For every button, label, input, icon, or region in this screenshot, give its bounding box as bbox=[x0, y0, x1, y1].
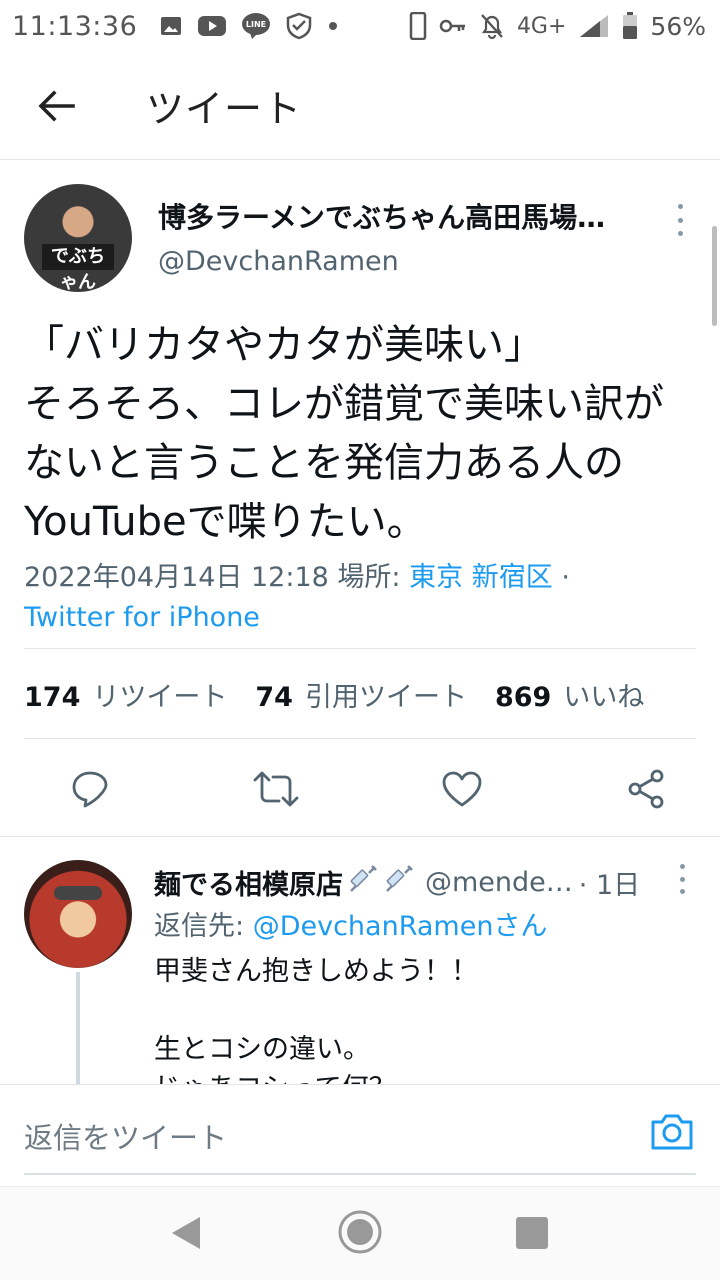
tweet-meta: 2022年04月14日 12:18 場所: 東京 新宿区 · Twitter f… bbox=[0, 558, 720, 638]
status-time: 11:13:36 bbox=[12, 10, 138, 42]
mute-bell-icon bbox=[479, 12, 505, 40]
author-display-name[interactable]: 博多ラーメンでぶちゃん高田馬場… bbox=[158, 196, 605, 236]
retweet-button[interactable] bbox=[253, 769, 299, 809]
battery-icon bbox=[622, 12, 638, 40]
retweets-stat[interactable]: 174 リツイート bbox=[24, 675, 227, 714]
quotes-count: 74 bbox=[255, 681, 293, 713]
quotes-stat[interactable]: 74 引用ツイート bbox=[255, 675, 467, 714]
phone-icon bbox=[409, 12, 427, 40]
nav-recents-button[interactable] bbox=[516, 1217, 548, 1249]
youtube-icon bbox=[197, 14, 227, 38]
status-bar: 11:13:36 LINE 4G+ 56% bbox=[0, 0, 720, 52]
divider bbox=[0, 836, 720, 837]
syringe-emoji-icon bbox=[347, 863, 379, 902]
scrollbar[interactable] bbox=[712, 226, 717, 326]
more-dots-icon bbox=[679, 864, 685, 869]
meta-separator: · bbox=[561, 562, 570, 593]
triangle-back-icon bbox=[172, 1217, 200, 1249]
reply-to-user-link[interactable]: @DevchanRamenさん bbox=[253, 911, 548, 942]
place-link[interactable]: 東京 新宿区 bbox=[409, 562, 553, 593]
likes-stat[interactable]: 869 いいね bbox=[495, 675, 644, 714]
thread-line bbox=[76, 972, 80, 1084]
share-button[interactable] bbox=[626, 769, 666, 809]
likes-label: いいね bbox=[563, 681, 645, 713]
reply-handle[interactable]: @mende… bbox=[425, 867, 573, 898]
avatar-badge-text: でぶちゃん bbox=[42, 244, 114, 292]
share-icon bbox=[628, 769, 664, 809]
reply-to-line: 返信先: @DevchanRamenさん bbox=[154, 904, 547, 943]
divider bbox=[24, 738, 696, 739]
tweet-actions bbox=[0, 752, 720, 826]
dot-icon bbox=[327, 20, 339, 32]
system-nav-bar bbox=[0, 1186, 720, 1280]
arrow-left-icon bbox=[38, 89, 75, 122]
back-button[interactable] bbox=[26, 76, 86, 136]
screen: 11:13:36 LINE 4G+ 56% ツイート でぶちゃん 博多ラーメンで… bbox=[0, 0, 720, 1280]
reply-display-name[interactable]: 麺でる相模原店 bbox=[154, 863, 343, 902]
avatar-detail bbox=[54, 886, 102, 900]
battery-percent: 56% bbox=[650, 11, 706, 41]
heart-icon bbox=[442, 771, 482, 807]
reply-header: 麺でる相模原店 @mende… · 1日 bbox=[154, 862, 640, 902]
nav-back-button[interactable] bbox=[170, 1215, 202, 1255]
key-icon bbox=[439, 17, 467, 35]
reply-compose-bar: 返信をツイート bbox=[0, 1084, 720, 1184]
author-handle[interactable]: @DevchanRamen bbox=[158, 246, 399, 277]
like-button[interactable] bbox=[441, 770, 483, 808]
system-icons: 4G+ 56% bbox=[409, 12, 706, 41]
signal-icon bbox=[578, 13, 610, 39]
line-icon: LINE bbox=[241, 12, 271, 40]
svg-text:LINE: LINE bbox=[246, 20, 266, 29]
network-type: 4G+ bbox=[516, 13, 567, 39]
more-options-button[interactable] bbox=[668, 200, 692, 240]
avatar[interactable]: でぶちゃん bbox=[24, 184, 132, 292]
tweet-date: 2022年04月14日 12:18 bbox=[24, 562, 329, 593]
camera-icon bbox=[651, 1114, 693, 1150]
home-circle-icon bbox=[338, 1210, 382, 1254]
syringe-emoji-icon bbox=[383, 863, 415, 902]
reply-input[interactable]: 返信をツイート bbox=[24, 1115, 227, 1157]
more-dots-icon bbox=[677, 204, 683, 209]
retweets-count: 174 bbox=[24, 681, 81, 713]
page-title: ツイート bbox=[146, 87, 303, 131]
main-tweet: でぶちゃん 博多ラーメンでぶちゃん高田馬場… @DevchanRamen 「バリ… bbox=[0, 160, 720, 638]
reply-text: 甲斐さん抱きしめよう！！ 生とコシの違い。 じゃあコシって何？ bbox=[154, 956, 478, 1084]
gallery-icon bbox=[159, 14, 183, 38]
quotes-label: 引用ツイート bbox=[304, 681, 467, 713]
likes-count: 869 bbox=[494, 681, 552, 713]
reply-to-label: 返信先: bbox=[154, 911, 245, 942]
nav-home-button[interactable] bbox=[337, 1209, 383, 1259]
notification-icons: LINE bbox=[159, 12, 339, 40]
reply-icon bbox=[72, 771, 108, 808]
reply-time: · 1日 bbox=[578, 869, 641, 901]
input-underline bbox=[24, 1173, 696, 1175]
tweet-author-row: でぶちゃん 博多ラーメンでぶちゃん高田馬場… @DevchanRamen bbox=[0, 160, 720, 310]
source-link[interactable]: Twitter for iPhone bbox=[24, 602, 260, 633]
retweet-icon bbox=[253, 771, 299, 807]
app-header: ツイート bbox=[0, 52, 720, 160]
divider bbox=[24, 648, 696, 649]
tweet-stats: 174 リツイート 74 引用ツイート 869 いいね bbox=[24, 670, 672, 718]
retweets-label: リツイート bbox=[92, 681, 228, 713]
tweet-text: 「バリカタやカタが美味い」 そろそろ、コレが錯覚で美味い訳がないと言うことを発信… bbox=[24, 322, 664, 545]
reply-avatar[interactable] bbox=[24, 860, 132, 968]
shield-check-icon bbox=[285, 12, 313, 40]
camera-button[interactable] bbox=[650, 1111, 694, 1151]
reply-button[interactable] bbox=[70, 769, 110, 809]
reply-more-options-button[interactable] bbox=[672, 864, 692, 894]
place-label: 場所: bbox=[337, 562, 401, 593]
reply-tweet[interactable]: 麺でる相模原店 @mende… · 1日 返信先: @DevchanRamenさ… bbox=[0, 838, 720, 1084]
